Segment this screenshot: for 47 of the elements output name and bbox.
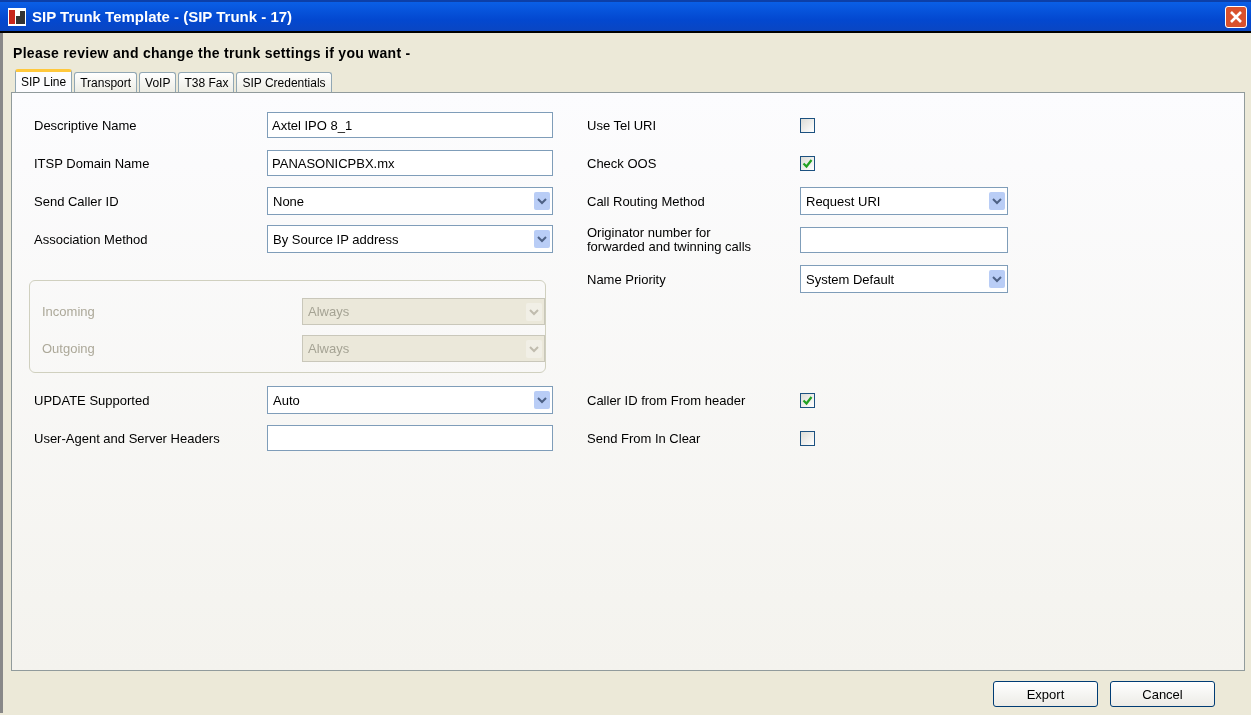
tab[interactable]: VoIP xyxy=(139,72,177,92)
field-label: Call Routing Method xyxy=(587,193,706,209)
field-label: Name Priority xyxy=(587,271,667,287)
dropdown[interactable]: None xyxy=(267,187,553,215)
checkbox[interactable] xyxy=(800,155,815,171)
dropdown[interactable]: Auto xyxy=(267,386,553,414)
field-label: Check OOS xyxy=(587,155,658,171)
field-label: User-Agent and Server Headers xyxy=(33,430,221,446)
text-field[interactable]: PANASONICPBX.mx xyxy=(267,150,553,176)
chevron-icon xyxy=(526,339,542,358)
window-title: SIP Trunk Template - (SIP Trunk - 17) xyxy=(32,8,294,25)
field-label: Send From In Clear xyxy=(587,430,702,446)
app-icon xyxy=(8,7,26,26)
chevron-icon xyxy=(534,230,550,248)
checkbox[interactable] xyxy=(800,392,815,408)
field-label: Outgoing xyxy=(41,341,96,356)
checkbox[interactable] xyxy=(800,117,815,133)
tab[interactable]: SIP Credentials xyxy=(236,72,332,92)
close-icon xyxy=(1229,9,1243,24)
close-button[interactable] xyxy=(1225,5,1247,28)
field-label: Incoming xyxy=(41,304,96,319)
checkbox[interactable] xyxy=(800,430,815,446)
tab[interactable]: T38 Fax xyxy=(178,72,235,92)
chevron-icon xyxy=(989,270,1005,288)
field-label: Association Method xyxy=(33,231,149,247)
text-field[interactable] xyxy=(267,425,553,451)
field-label: Use Tel URI xyxy=(587,117,658,133)
field-label: Send Caller ID xyxy=(33,193,120,209)
chevron-icon xyxy=(534,391,550,409)
field-label: Caller ID from From header xyxy=(587,392,747,408)
dropdown[interactable]: System Default xyxy=(800,265,1008,293)
field-label: Descriptive Name xyxy=(33,117,138,133)
tab[interactable]: SIP Line xyxy=(15,69,73,92)
dropdown[interactable]: Request URI xyxy=(800,187,1008,215)
export-button[interactable]: Export xyxy=(993,681,1098,707)
field-label: ITSP Domain Name xyxy=(33,155,151,171)
chevron-icon xyxy=(526,302,542,321)
field-label: Originator number for forwarded and twinning calls xyxy=(587,226,753,254)
dropdown[interactable]: By Source IP address xyxy=(267,225,553,253)
chevron-icon xyxy=(534,192,550,210)
text-field[interactable] xyxy=(800,227,1008,253)
chevron-icon xyxy=(989,192,1005,210)
instruction-heading: Please review and change the trunk settings if you want - xyxy=(12,44,412,63)
cancel-button[interactable]: Cancel xyxy=(1110,681,1215,707)
text-field[interactable]: Axtel IPO 8_1 xyxy=(267,112,553,138)
field-label: UPDATE Supported xyxy=(33,392,151,408)
tab[interactable]: Transport xyxy=(74,72,138,92)
